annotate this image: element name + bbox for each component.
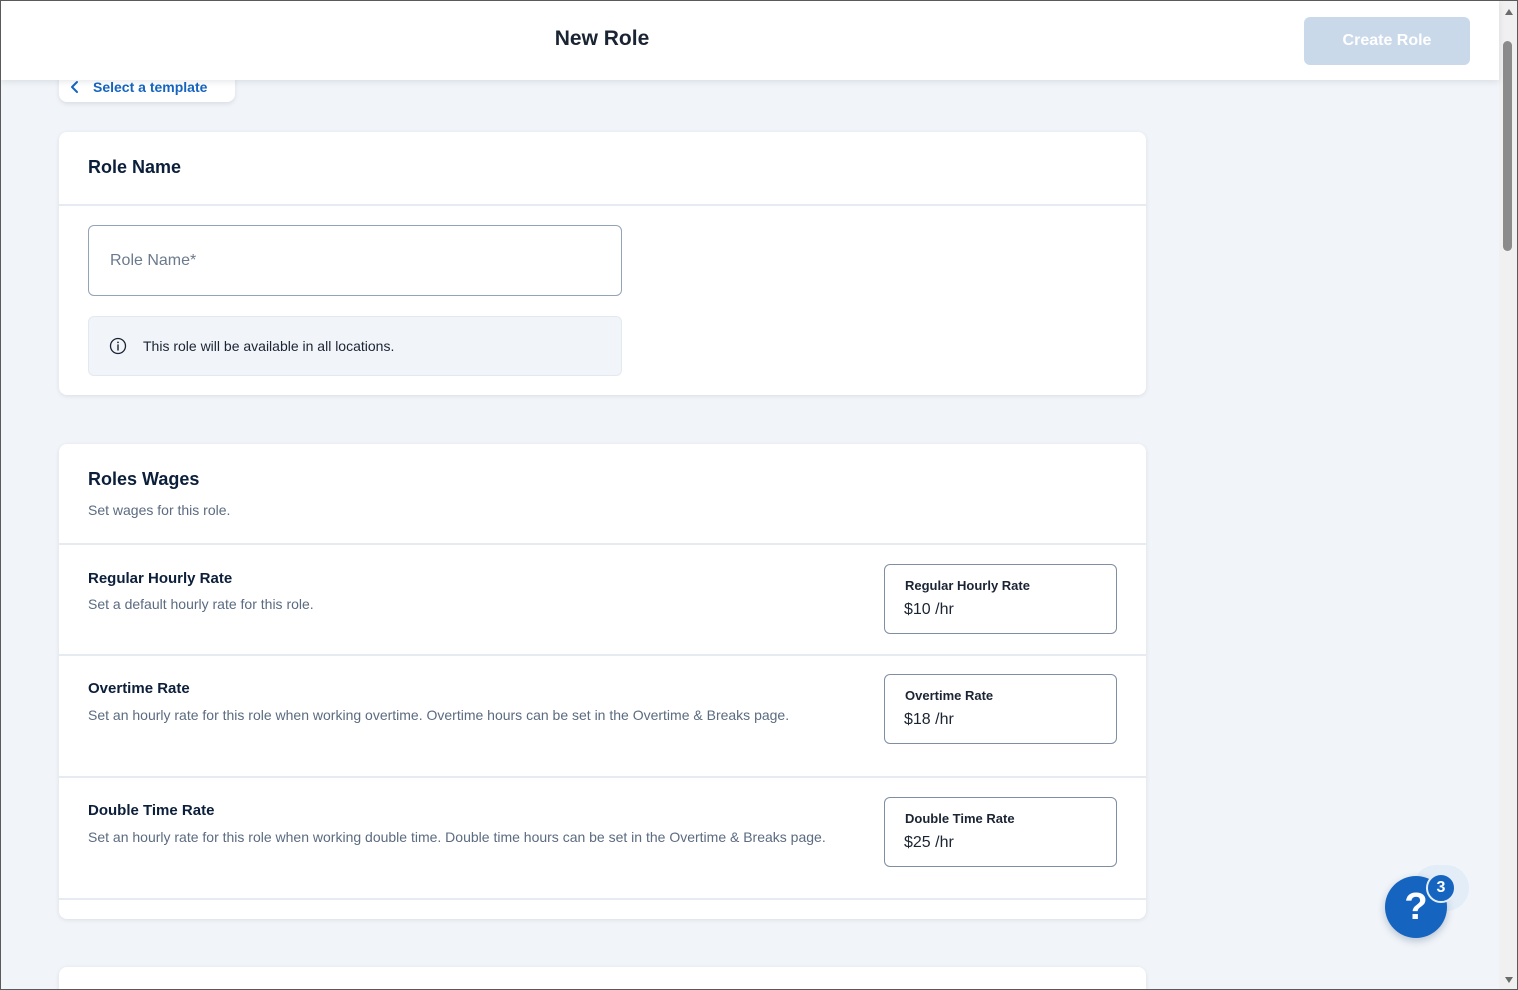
help-notification-badge: 3 [1426,873,1456,903]
page-title: New Role [554,27,650,50]
regular-rate-field-label: Regular Hourly Rate [905,578,1030,593]
page-scrollbar[interactable] [1499,1,1517,989]
regular-rate-field-value: $10 /hr [904,601,954,618]
roles-wages-title: Roles Wages [88,469,200,489]
question-mark-icon: ? [1404,885,1428,928]
regular-rate-field[interactable]: Regular Hourly Rate $10 /hr [884,564,1117,634]
create-role-button[interactable]: Create Role [1304,17,1470,65]
roles-wages-card: Roles Wages Set wages for this role. Reg… [59,444,1146,919]
role-name-input[interactable] [88,225,622,296]
overtime-rate-description: Set an hourly rate for this role when wo… [88,707,790,723]
overtime-rate-field-value: $18 /hr [904,711,954,728]
role-name-card: Role Name This role will be available in… [59,132,1146,395]
double-time-rate-row: Double Time Rate Set an hourly rate for … [59,778,1146,898]
scrollbar-thumb[interactable] [1503,41,1512,251]
app-window: New Role Create Role Select a template R… [0,0,1518,990]
scroll-down-arrow-icon[interactable] [1499,971,1517,989]
overtime-rate-title: Overtime Rate [88,680,190,697]
overtime-rate-row: Overtime Rate Set an hourly rate for thi… [59,656,1146,776]
overtime-rate-field[interactable]: Overtime Rate $18 /hr [884,674,1117,744]
role-name-card-title: Role Name [88,157,182,177]
regular-rate-row: Regular Hourly Rate Set a default hourly… [59,545,1146,654]
card-divider [59,204,1146,206]
locations-info-box: This role will be available in all locat… [88,316,622,376]
top-bar: New Role Create Role [1,1,1499,80]
scroll-up-arrow-icon[interactable] [1499,3,1517,21]
double-time-rate-field-label: Double Time Rate [905,811,1015,826]
regular-rate-title: Regular Hourly Rate [88,570,233,587]
info-icon [109,337,127,355]
overtime-rate-field-label: Overtime Rate [905,688,994,703]
double-time-rate-field-value: $25 /hr [904,834,954,851]
next-section-card [59,967,1146,989]
regular-rate-description: Set a default hourly rate for this role. [88,596,314,612]
roles-wages-subtitle: Set wages for this role. [88,502,231,518]
card-divider [59,898,1146,900]
locations-info-text: This role will be available in all locat… [143,338,395,354]
chevron-left-icon [71,80,78,93]
double-time-rate-title: Double Time Rate [88,802,215,819]
double-time-rate-field[interactable]: Double Time Rate $25 /hr [884,797,1117,867]
select-template-label: Select a template [93,78,208,95]
double-time-rate-description: Set an hourly rate for this role when wo… [88,829,826,845]
